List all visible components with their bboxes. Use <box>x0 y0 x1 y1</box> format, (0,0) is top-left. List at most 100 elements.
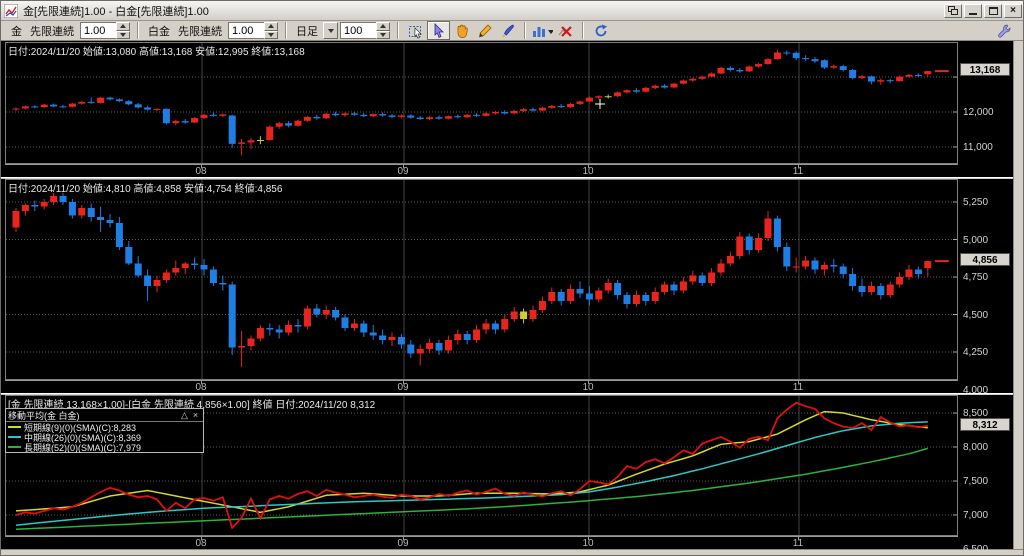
gold-candlestick-chart[interactable] <box>5 42 958 164</box>
period-dropdown-button[interactable] <box>323 22 338 39</box>
candle-body <box>623 90 631 93</box>
gold-chart-header: 日付:2024/11/20 始値:13,080 高値:13,168 安値:12,… <box>8 47 305 58</box>
candle-body <box>726 256 734 264</box>
candle-body <box>548 106 556 108</box>
platinum-multiplier-spinner <box>228 22 278 39</box>
candle-body <box>50 196 58 202</box>
candle-body <box>679 281 687 291</box>
pencil-icon <box>478 23 492 37</box>
candle-body <box>604 96 612 98</box>
candle-body <box>886 284 894 295</box>
candle-body <box>444 116 452 119</box>
hand-tool-button[interactable] <box>450 21 473 40</box>
platinum-time-axis: 08 09 10 11 <box>5 380 958 393</box>
chart-area: 日付:2024/11/20 始値:13,080 高値:13,168 安値:12,… <box>1 41 1013 555</box>
delete-study-button[interactable] <box>554 21 577 40</box>
candle-body <box>745 236 753 250</box>
candle-body <box>181 263 189 268</box>
pointer-icon <box>434 22 444 38</box>
candle-body <box>914 74 922 76</box>
bar-count-down-button[interactable] <box>376 30 390 39</box>
refresh-button[interactable] <box>589 21 612 40</box>
candle-body <box>360 114 368 117</box>
gold-price-axis: 12,000 11,000 13,168 <box>959 42 1013 177</box>
candle-body <box>576 101 584 104</box>
candle-body <box>755 64 763 67</box>
candle-body <box>247 338 255 346</box>
candle-body <box>642 87 650 92</box>
brush-tool-button[interactable] <box>496 21 519 40</box>
candle-body <box>219 283 227 285</box>
candle-body <box>520 311 528 319</box>
candle-body <box>40 104 48 108</box>
candle-body <box>369 332 377 336</box>
cascade-windows-button[interactable] <box>944 3 962 18</box>
candle-body <box>632 90 640 92</box>
brush-icon <box>501 24 514 37</box>
candle-body <box>830 66 838 68</box>
delete-study-icon <box>558 25 572 37</box>
candle-body <box>717 263 725 273</box>
select-region-button[interactable] <box>404 21 427 40</box>
legend-collapse-button[interactable]: △ <box>179 410 190 421</box>
chevron-down-icon <box>327 28 334 36</box>
candle-body <box>313 308 321 315</box>
gold-time-axis: 08 09 10 11 <box>5 164 958 177</box>
candle-body <box>68 202 76 216</box>
candle-body <box>322 310 330 315</box>
candle-body <box>332 310 340 318</box>
gold-multiplier-down-button[interactable] <box>116 30 130 39</box>
candle-body <box>397 115 405 117</box>
candle-body <box>651 292 659 301</box>
month-label: 11 <box>792 538 804 549</box>
chart-type-button[interactable] <box>531 21 554 40</box>
legend-item: 長期線(52)(0)(SMA)(C):7,979 <box>6 442 203 453</box>
close-button[interactable]: × <box>1004 3 1022 18</box>
panel-splitter[interactable] <box>1 177 1013 179</box>
platinum-multiplier-up-button[interactable] <box>264 22 278 31</box>
gold-multiplier-input[interactable] <box>80 22 116 39</box>
candle-body <box>285 325 293 333</box>
candle-body <box>426 117 434 119</box>
candle-body <box>905 74 913 77</box>
bar-count-up-button[interactable] <box>376 22 390 31</box>
candle-body <box>708 73 716 77</box>
candle-body <box>379 114 387 116</box>
price-label: 4,750 <box>963 272 989 283</box>
gold-multiplier-up-button[interactable] <box>116 22 130 31</box>
platinum-candlestick-chart[interactable] <box>5 179 958 380</box>
pencil-tool-button[interactable] <box>473 21 496 40</box>
candle-body <box>830 265 838 267</box>
panel-splitter[interactable] <box>1 393 1013 395</box>
candle-body <box>849 274 857 286</box>
candle-body <box>510 311 518 319</box>
bar-count-input[interactable] <box>340 22 376 39</box>
title-bar[interactable]: 金[先限連続]1.00 - 白金[先限連続]1.00 × <box>1 1 1023 21</box>
app-chart-icon <box>4 3 18 18</box>
candle-body <box>520 109 528 111</box>
candle-body <box>12 108 20 110</box>
price-label: 4,250 <box>963 347 989 358</box>
last-price-tag: 4,856 <box>960 253 1010 267</box>
candle-body <box>407 344 415 354</box>
candle-body <box>87 101 95 103</box>
candle-body <box>473 114 481 116</box>
pointer-tool-button[interactable] <box>427 21 450 40</box>
candle-body <box>50 104 58 107</box>
month-label: 11 <box>792 382 804 393</box>
candle-body <box>773 218 781 247</box>
candle-body <box>877 286 885 295</box>
maximize-button[interactable] <box>984 3 1002 18</box>
spread-time-axis: 08 09 10 11 <box>5 536 958 549</box>
candle-body <box>896 277 904 285</box>
candle-body <box>792 52 800 59</box>
legend-close-button[interactable]: × <box>190 410 201 420</box>
wrench-icon[interactable] <box>996 23 1011 38</box>
candle-body <box>726 67 734 70</box>
platinum-multiplier-down-button[interactable] <box>264 30 278 39</box>
candle-body <box>604 283 612 291</box>
candle-body <box>858 286 866 292</box>
platinum-multiplier-input[interactable] <box>228 22 264 39</box>
minimize-button[interactable] <box>964 3 982 18</box>
candle-body <box>12 211 20 228</box>
